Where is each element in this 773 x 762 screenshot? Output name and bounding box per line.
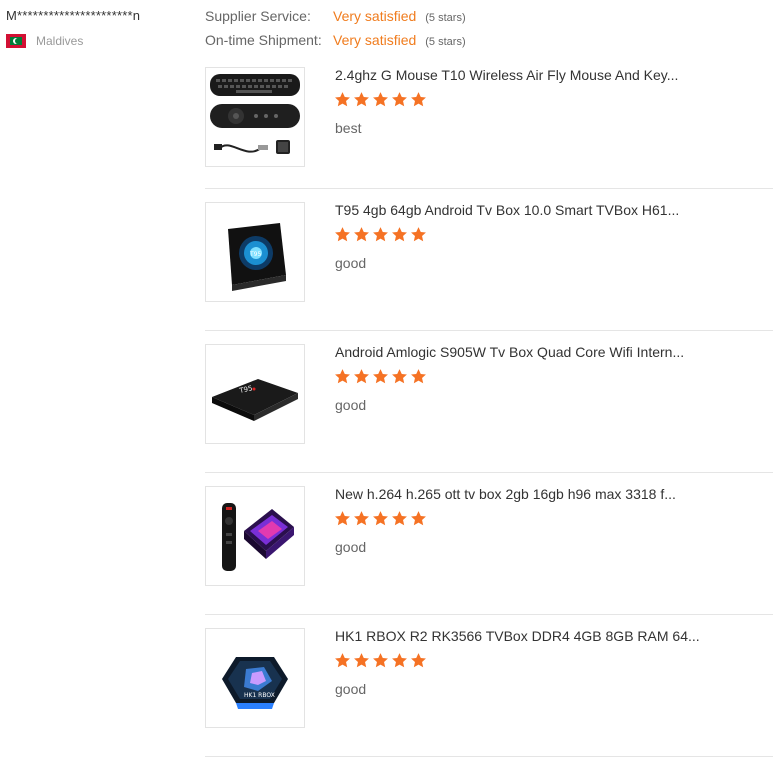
star-icon — [411, 227, 426, 242]
buyer-info: M**********************n Maldives — [6, 8, 196, 49]
feedback-page: M**********************n Maldives Suppli… — [0, 0, 773, 762]
buyer-country: Maldives — [6, 33, 196, 49]
star-icon — [392, 227, 407, 242]
star-icon — [373, 511, 388, 526]
rating-value: Very satisfied — [333, 32, 417, 48]
product-review-list: 2.4ghz G Mouse T10 Wireless Air Fly Mous… — [205, 54, 773, 757]
list-item: New h.264 h.265 ott tv box 2gb 16gb h96 … — [205, 473, 773, 615]
list-item: HK1 RBOX HK1 RBOX R2 RK3566 TVBox DDR4 4… — [205, 615, 773, 757]
star-rating — [334, 652, 427, 669]
tv-box-image: HK1 RBOX — [222, 657, 288, 709]
product-title[interactable]: Android Amlogic S905W Tv Box Quad Core W… — [335, 343, 684, 361]
maldives-flag-icon — [6, 34, 26, 48]
buyer-name: M**********************n — [6, 8, 141, 23]
star-icon — [411, 653, 426, 668]
list-item: T95 T95 4gb 64gb Android Tv Box 10.0 Sma… — [205, 189, 773, 331]
rating-label: Supplier Service: — [205, 8, 311, 24]
tv-box-with-remote-image — [222, 503, 294, 571]
list-item: 2.4ghz G Mouse T10 Wireless Air Fly Mous… — [205, 54, 773, 189]
country-name: Maldives — [36, 34, 84, 48]
review-comment: good — [335, 255, 367, 271]
rating-label: On-time Shipment: — [205, 32, 322, 48]
air-mouse-remote-image — [210, 74, 300, 154]
product-title[interactable]: New h.264 h.265 ott tv box 2gb 16gb h96 … — [335, 485, 676, 503]
rating-value: Very satisfied — [333, 8, 417, 24]
star-icon — [335, 653, 350, 668]
star-icon — [354, 653, 369, 668]
product-title[interactable]: T95 4gb 64gb Android Tv Box 10.0 Smart T… — [335, 201, 679, 219]
product-title[interactable]: HK1 RBOX R2 RK3566 TVBox DDR4 4GB 8GB RA… — [335, 627, 700, 645]
star-icon — [392, 653, 407, 668]
tv-box-image: T95 — [228, 223, 286, 291]
star-icon — [354, 227, 369, 242]
seller-ratings: Supplier Service: Very satisfied (5 star… — [205, 6, 466, 54]
star-icon — [411, 511, 426, 526]
review-comment: good — [335, 397, 367, 413]
product-image[interactable]: T95 — [205, 202, 305, 302]
rating-row-on-time-shipment: On-time Shipment: Very satisfied (5 star… — [205, 30, 466, 54]
star-rating — [334, 91, 427, 108]
star-icon — [392, 511, 407, 526]
product-image[interactable]: T95 — [205, 344, 305, 444]
star-icon — [373, 369, 388, 384]
list-item: T95 Android Amlogic S905W Tv Box Quad Co… — [205, 331, 773, 473]
svg-text:HK1 RBOX: HK1 RBOX — [244, 692, 275, 699]
tv-box-image: T95 — [212, 379, 298, 421]
star-icon — [335, 511, 350, 526]
star-icon — [411, 369, 426, 384]
star-icon — [373, 227, 388, 242]
star-icon — [411, 92, 426, 107]
star-rating — [334, 226, 427, 243]
star-rating — [334, 368, 427, 385]
svg-text:T95: T95 — [249, 251, 261, 258]
review-comment: best — [335, 120, 362, 136]
rating-row-supplier-service: Supplier Service: Very satisfied (5 star… — [205, 6, 466, 30]
product-image[interactable] — [205, 67, 305, 167]
star-icon — [373, 653, 388, 668]
star-icon — [354, 92, 369, 107]
star-icon — [335, 369, 350, 384]
star-icon — [392, 369, 407, 384]
product-image[interactable]: HK1 RBOX — [205, 628, 305, 728]
rating-stars-text: (5 stars) — [425, 36, 466, 48]
review-comment: good — [335, 681, 367, 697]
star-icon — [373, 92, 388, 107]
star-icon — [335, 92, 350, 107]
product-title[interactable]: 2.4ghz G Mouse T10 Wireless Air Fly Mous… — [335, 66, 678, 84]
star-icon — [392, 92, 407, 107]
review-comment: good — [335, 539, 367, 555]
product-image[interactable] — [205, 486, 305, 586]
star-icon — [354, 369, 369, 384]
star-rating — [334, 510, 427, 527]
star-icon — [354, 511, 369, 526]
rating-stars-text: (5 stars) — [425, 12, 466, 24]
star-icon — [335, 227, 350, 242]
